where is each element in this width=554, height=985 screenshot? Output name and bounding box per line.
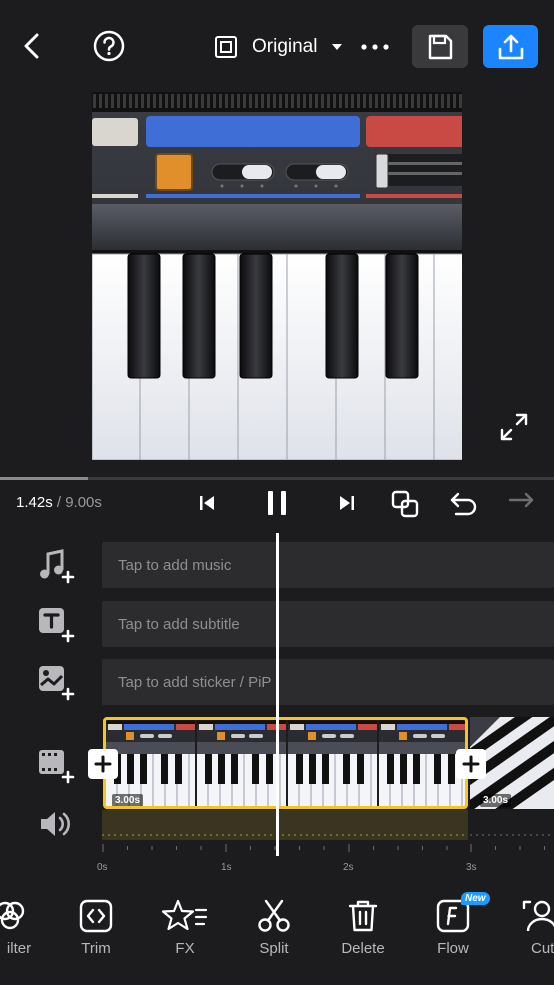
ruler-tick-label: 3s xyxy=(466,862,477,873)
save-button[interactable] xyxy=(412,25,468,68)
undo-icon[interactable] xyxy=(446,487,482,521)
add-video-icon[interactable] xyxy=(36,746,76,786)
music-track-placeholder: Tap to add music xyxy=(118,556,232,574)
pause-icon xyxy=(268,491,286,515)
skip-start-icon[interactable] xyxy=(194,490,220,516)
plus-icon xyxy=(462,755,480,773)
dropdown-icon xyxy=(332,44,343,50)
filter-icon xyxy=(0,901,25,930)
playhead[interactable] xyxy=(276,533,279,856)
sticker-track[interactable]: Tap to add sticker / PiP xyxy=(102,659,554,705)
tool-label: Delete xyxy=(341,940,385,957)
total-time: / 9.00s xyxy=(52,494,102,511)
tool-split[interactable]: Split xyxy=(234,898,314,957)
music-track[interactable]: Tap to add music xyxy=(102,542,554,588)
clip-thumbnails xyxy=(106,720,465,806)
tool-fx[interactable]: FX xyxy=(145,898,225,957)
export-button[interactable] xyxy=(483,25,538,68)
tool-label: FX xyxy=(175,940,195,957)
add-clip-before-button[interactable] xyxy=(88,749,118,779)
subtitle-track[interactable]: Tap to add subtitle xyxy=(102,601,554,647)
fx-icon xyxy=(162,899,208,931)
tool-label: Split xyxy=(259,940,289,957)
help-icon[interactable] xyxy=(91,28,127,64)
skip-end-icon[interactable] xyxy=(334,490,360,516)
trim-icon xyxy=(79,899,113,933)
current-time: 1.42s xyxy=(16,494,53,511)
trash-icon xyxy=(348,900,378,932)
keyframe-icon[interactable] xyxy=(388,487,422,521)
clip-duration-badge: 3.00s xyxy=(112,790,144,806)
subtitle-track-placeholder: Tap to add subtitle xyxy=(118,615,240,633)
next-clip-duration-badge: 3.00s xyxy=(480,790,512,808)
export-icon xyxy=(498,34,523,59)
aspect-ratio-selector[interactable]: Original xyxy=(214,30,343,64)
tool-trim[interactable]: Trim xyxy=(56,898,136,957)
ruler-tick-label: 0s xyxy=(97,862,108,873)
back-icon[interactable] xyxy=(14,28,50,64)
video-clip-selected[interactable]: 3.00s xyxy=(103,717,468,809)
piano-app-preview-image xyxy=(92,92,462,460)
clip-audio-waveform[interactable] xyxy=(102,810,468,840)
more-icon[interactable] xyxy=(358,34,392,60)
video-preview[interactable] xyxy=(92,92,462,460)
tool-label: Trim xyxy=(81,940,111,957)
add-sticker-icon[interactable] xyxy=(36,663,76,703)
ruler-tick-label: 2s xyxy=(343,862,354,873)
next-clip-audio xyxy=(470,810,554,840)
aspect-ratio-label: Original xyxy=(252,36,318,57)
new-badge: New xyxy=(461,892,490,905)
add-music-icon[interactable] xyxy=(36,546,76,586)
add-subtitle-icon[interactable] xyxy=(36,605,76,645)
tool-delete[interactable]: Delete xyxy=(323,898,403,957)
fullscreen-icon[interactable] xyxy=(497,410,531,444)
tool-cutout[interactable]: Cutou xyxy=(500,898,554,957)
aspect-ratio-icon xyxy=(215,36,237,58)
playback-progress-fill xyxy=(0,477,88,480)
top-bar: Original xyxy=(0,0,554,95)
redo-icon[interactable] xyxy=(502,487,538,521)
add-transition-button[interactable] xyxy=(456,749,486,779)
tool-filter[interactable]: ilter xyxy=(0,898,50,957)
pause-button[interactable] xyxy=(262,486,292,520)
tool-flow[interactable]: Flow xyxy=(413,898,493,957)
tool-label: ilter xyxy=(6,940,32,957)
plus-icon xyxy=(94,755,112,773)
tool-label: Flow xyxy=(437,940,469,957)
ruler-tick-label: 1s xyxy=(221,862,232,873)
tool-label: Cutou xyxy=(530,940,554,957)
scissors-icon xyxy=(258,899,290,932)
sticker-track-placeholder: Tap to add sticker / PiP xyxy=(118,673,272,691)
cutout-icon xyxy=(522,900,554,932)
time-display: 1.42s / 9.00s xyxy=(16,494,102,511)
save-icon xyxy=(428,34,453,59)
